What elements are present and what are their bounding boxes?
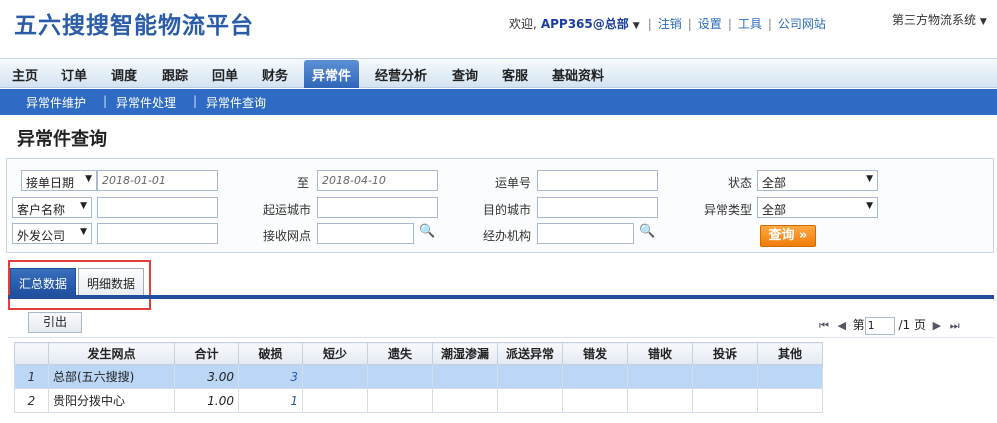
origin-city-input[interactable] [317,197,438,218]
page-title: 异常件查询 [17,129,107,150]
dest-city-label: 目的城市 [483,203,532,217]
to-label: 至 [297,176,310,190]
pager: ⏮ ◀ 第1 /1 页 ▶ ⏭ [817,316,962,335]
main-nav: 主页 订单 调度 跟踪 回单 财务 异常件 经营分析 查询 客服 基础资料 [0,58,997,88]
query-button[interactable]: 查询 » [760,225,816,247]
column-header[interactable]: 遗失 [367,342,433,365]
chevron-down-icon: ▼ [866,201,873,211]
exception-type-label: 异常类型 [704,203,753,217]
row-number-header [14,342,49,365]
chevron-down-icon[interactable]: ▼ [633,21,640,31]
date-type-select[interactable]: 接单日期 ▼ [21,170,97,191]
damage-cell[interactable]: 1 [238,388,303,413]
exception-type-select[interactable]: 全部 ▼ [757,197,878,218]
date-to-input[interactable]: 2018-04-10 [317,170,438,191]
column-header[interactable]: 合计 [174,342,239,365]
user-name[interactable]: APP365@总部 [541,17,629,31]
nav-item-analysis[interactable]: 经营分析 [375,65,427,84]
page-input[interactable]: 1 [864,316,895,335]
subnav-item-search[interactable]: 异常件查询 [206,94,266,111]
row-number: 1 [14,364,49,389]
tab-bar: 汇总数据 明细数据 [10,268,996,298]
date-from-input[interactable]: 2018-01-01 [97,170,218,191]
column-header[interactable]: 潮湿渗漏 [432,342,498,365]
nav-item-exceptions[interactable]: 异常件 [304,60,360,88]
logout-link[interactable]: 注销 [658,17,682,31]
site-cell: 贵阳分拨中心 [48,388,175,413]
subnav-item-maintain[interactable]: 异常件维护 [26,94,86,111]
column-header[interactable]: 投诉 [692,342,758,365]
nav-item-receipt[interactable]: 回单 [212,65,238,84]
receive-point-label: 接收网点 [263,229,312,243]
user-bar: 欢迎, APP365@总部 ▼ | 注销 | 设置 | 工具 | 公司网站 [509,17,826,31]
column-header[interactable]: 派送异常 [497,342,563,365]
nav-item-dispatch[interactable]: 调度 [111,65,137,84]
outsource-input[interactable] [97,223,218,244]
company-site-link[interactable]: 公司网站 [778,17,826,31]
tab-underline [8,295,994,299]
column-header[interactable]: 破损 [238,342,303,365]
column-header[interactable]: 错发 [562,342,628,365]
column-header[interactable]: 错收 [627,342,693,365]
handler-label: 经办机构 [483,229,532,243]
nav-item-finance[interactable]: 财务 [262,65,288,84]
table-row[interactable]: 1 总部(五六搜搜) 3.00 3 [14,364,823,389]
tools-link[interactable]: 工具 [738,17,762,31]
search-icon[interactable]: 🔍 [419,224,437,242]
app-logo: 五六搜搜智能物流平台 [14,13,254,39]
next-page-icon[interactable]: ▶ [930,319,944,332]
site-cell: 总部(五六搜搜) [48,364,175,389]
total-cell: 1.00 [174,388,239,413]
sub-nav: 异常件维护 | 异常件处理 | 异常件查询 [0,89,997,115]
damage-cell[interactable]: 3 [238,364,303,389]
nav-item-orders[interactable]: 订单 [61,65,87,84]
receive-point-input[interactable] [317,223,414,244]
chevron-down-icon: ▼ [866,174,873,184]
search-icon[interactable]: 🔍 [639,224,657,242]
status-label: 状态 [728,176,753,190]
chevron-down-icon: ▼ [80,227,87,237]
export-button[interactable]: 引出 [28,312,82,333]
customer-select[interactable]: 客户名称 ▼ [12,197,92,218]
chevron-down-icon: ▼ [85,174,92,184]
row-number: 2 [14,388,49,413]
nav-item-tracking[interactable]: 跟踪 [162,65,188,84]
grid-toolbar: 引出 ⏮ ◀ 第1 /1 页 ▶ ⏭ [8,308,994,338]
outsource-select[interactable]: 外发公司 ▼ [12,223,92,244]
settings-link[interactable]: 设置 [698,17,722,31]
welcome-text: 欢迎, [509,17,537,31]
subnav-item-process[interactable]: 异常件处理 [116,94,176,111]
highlight-box [8,260,151,310]
nav-item-service[interactable]: 客服 [502,65,528,84]
handler-input[interactable] [537,223,634,244]
chevron-down-icon: ▼ [80,201,87,211]
table-header: 发生网点 合计 破损 短少 遗失 潮湿渗漏 派送异常 错发 错收 投诉 其他 [14,342,823,365]
status-select[interactable]: 全部 ▼ [757,170,878,191]
last-page-icon[interactable]: ⏭ [948,319,962,333]
column-header[interactable]: 短少 [302,342,368,365]
summary-table: 发生网点 合计 破损 短少 遗失 潮湿渗漏 派送异常 错发 错收 投诉 其他 1… [14,342,823,413]
nav-item-home[interactable]: 主页 [12,65,38,84]
nav-item-query[interactable]: 查询 [452,65,478,84]
waybill-input[interactable] [537,170,658,191]
nav-item-basic-data[interactable]: 基础资料 [552,65,604,84]
customer-input[interactable] [97,197,218,218]
origin-city-label: 起运城市 [263,203,312,217]
table-row[interactable]: 2 贵阳分拨中心 1.00 1 [14,388,823,413]
first-page-icon[interactable]: ⏮ [817,319,831,333]
prev-page-icon[interactable]: ◀ [835,319,849,332]
chevron-down-icon: ▼ [979,17,987,27]
dest-city-input[interactable] [537,197,658,218]
column-header[interactable]: 其他 [757,342,823,365]
system-menu[interactable]: 第三方物流系统 ▼ [892,11,987,28]
header: 五六搜搜智能物流平台 欢迎, APP365@总部 ▼ | 注销 | 设置 | 工具 | 公司网站 第… [0,0,997,58]
column-header[interactable]: 发生网点 [48,342,175,365]
total-cell: 3.00 [174,364,239,389]
waybill-label: 运单号 [495,176,532,190]
